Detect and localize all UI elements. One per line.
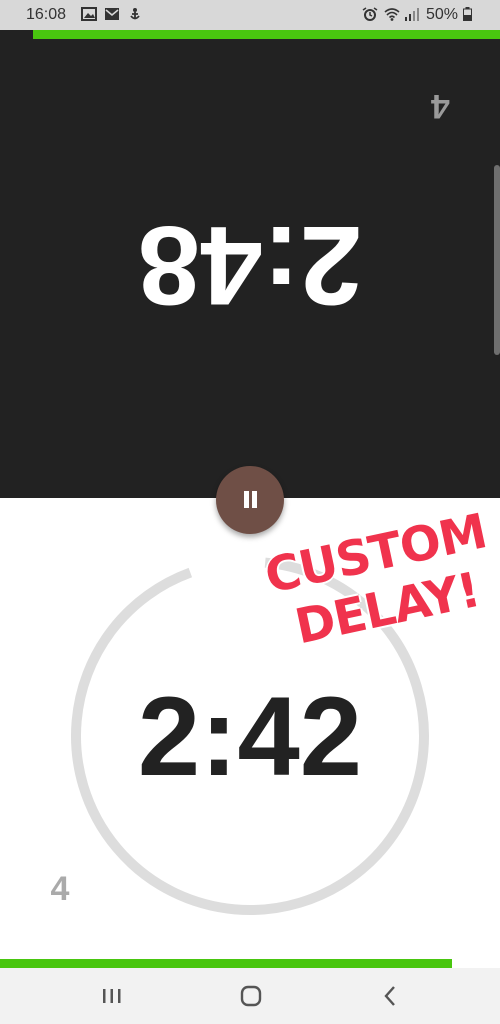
wifi-icon xyxy=(384,8,400,21)
bottom-player-move-count: 4 xyxy=(50,870,70,908)
battery-icon xyxy=(463,7,472,21)
navigation-bar xyxy=(0,968,500,1024)
signal-icon xyxy=(405,8,419,21)
scrollbar[interactable] xyxy=(494,165,500,355)
top-player-move-count: 4 xyxy=(430,87,450,125)
battery-percent: 50% xyxy=(426,6,459,23)
top-player-time[interactable]: 2:48 xyxy=(100,200,400,330)
mail-icon xyxy=(105,8,119,20)
recent-apps-icon[interactable] xyxy=(97,982,127,1010)
gallery-icon xyxy=(81,7,97,21)
back-icon[interactable] xyxy=(376,982,406,1010)
notification-icon xyxy=(130,8,140,20)
bottom-player-progress-bar xyxy=(0,959,452,968)
status-bar: 16:08 50% xyxy=(0,0,500,30)
top-player-progress-bar xyxy=(33,30,500,39)
pause-icon xyxy=(244,491,249,508)
alarm-icon xyxy=(362,7,378,21)
status-time: 16:08 xyxy=(26,6,67,23)
home-icon[interactable] xyxy=(236,982,266,1010)
bottom-player-time[interactable]: 2:42 xyxy=(100,672,400,802)
